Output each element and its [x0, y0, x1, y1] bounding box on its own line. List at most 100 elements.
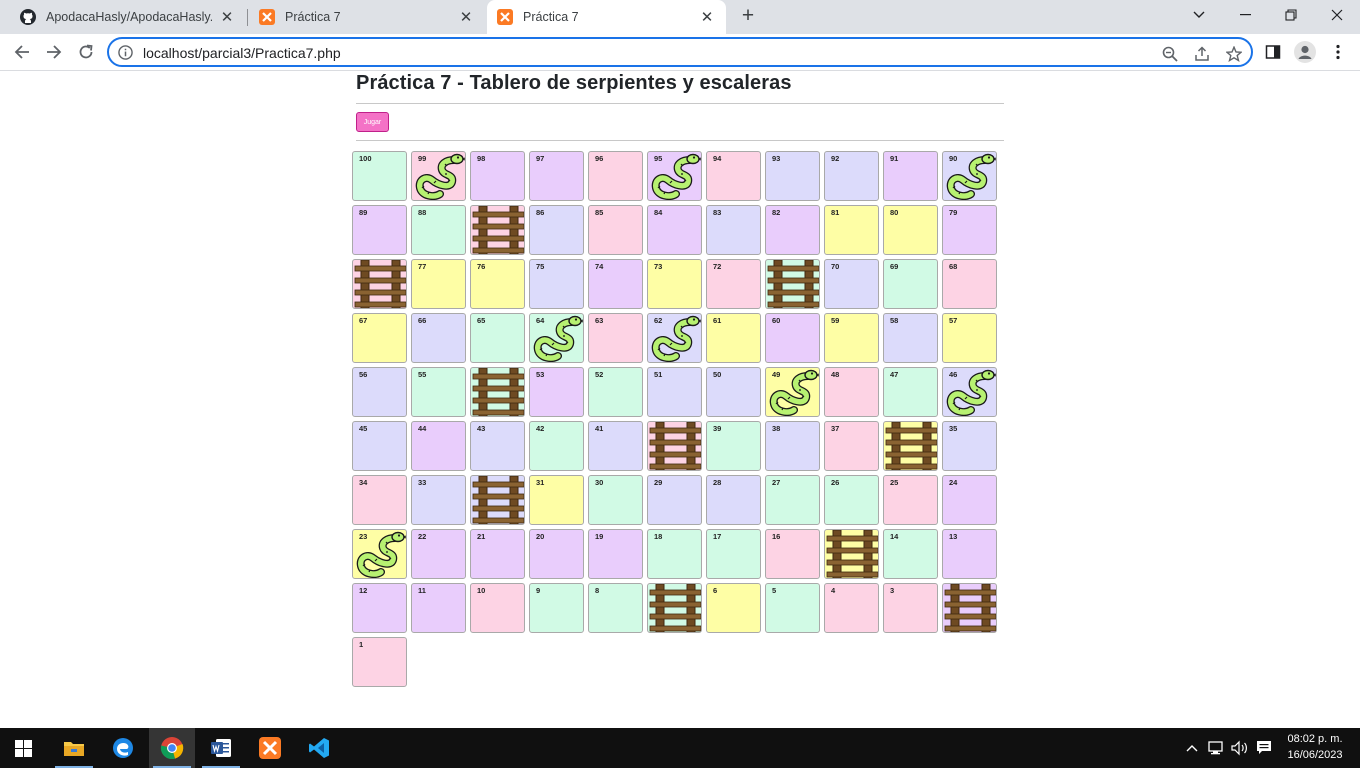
back-button[interactable]	[7, 37, 37, 67]
cell-number: 75	[536, 262, 545, 271]
taskbar-file-explorer[interactable]	[51, 728, 97, 768]
cell-number: 94	[713, 154, 722, 163]
tab-github[interactable]: ApodacaHasly/ApodacaHasly.gith ✕	[10, 0, 246, 34]
board-cell-9: 9	[529, 583, 584, 633]
cell-number: 33	[418, 478, 427, 487]
site-info-icon[interactable]	[118, 45, 133, 65]
cell-number: 26	[831, 478, 840, 487]
vscode-icon	[309, 738, 329, 758]
board-cell-45: 45	[352, 421, 407, 471]
board-cell-37: 37	[824, 421, 879, 471]
zoom-icon[interactable]	[1161, 45, 1179, 63]
start-button[interactable]	[0, 728, 46, 768]
board-cell-23: 23	[352, 529, 407, 579]
ladder-icon	[826, 530, 878, 578]
forward-button[interactable]	[39, 37, 69, 67]
ladder-icon	[885, 422, 937, 470]
board-cell-96: 96	[588, 151, 643, 201]
close-icon[interactable]: ✕	[698, 8, 716, 26]
board-cell-63: 63	[588, 313, 643, 363]
board-cell-74: 74	[588, 259, 643, 309]
board-cell-79: 79	[942, 205, 997, 255]
board-cell-68: 68	[942, 259, 997, 309]
cell-number: 65	[477, 316, 486, 325]
taskbar-edge[interactable]	[100, 728, 146, 768]
board-cell-35: 35	[942, 421, 997, 471]
cell-number: 37	[831, 424, 840, 433]
volume-icon[interactable]	[1230, 738, 1250, 758]
board-cell-89: 89	[352, 205, 407, 255]
url-text: localhost/parcial3/Practica7.php	[143, 45, 341, 61]
chevron-down-icon	[1193, 11, 1205, 18]
board-cell-34: 34	[352, 475, 407, 525]
cell-number: 85	[595, 208, 604, 217]
cell-number: 60	[772, 316, 781, 325]
cell-number: 79	[949, 208, 958, 217]
tab-practica-7-active[interactable]: Práctica 7 ✕	[487, 0, 726, 34]
notifications-icon[interactable]	[1254, 738, 1274, 758]
cell-number: 82	[772, 208, 781, 217]
cell-number: 93	[772, 154, 781, 163]
tab-practica-7[interactable]: Práctica 7 ✕	[249, 0, 485, 34]
board-cell-97: 97	[529, 151, 584, 201]
cell-number: 96	[595, 154, 604, 163]
system-clock[interactable]: 08:02 p. m. 16/06/2023	[1282, 731, 1348, 763]
cell-number: 59	[831, 316, 840, 325]
board-cell-71	[765, 259, 820, 309]
divider	[356, 103, 1004, 104]
menu-button[interactable]	[1324, 38, 1352, 66]
board-cell-25: 25	[883, 475, 938, 525]
cell-number: 16	[772, 532, 781, 541]
board-cell-57: 57	[942, 313, 997, 363]
reload-button[interactable]	[71, 37, 101, 67]
cell-number: 49	[772, 370, 781, 379]
chevron-up-icon[interactable]	[1182, 738, 1202, 758]
tab-search-button[interactable]	[1176, 0, 1222, 30]
board-cell-50: 50	[706, 367, 761, 417]
board-cell-75: 75	[529, 259, 584, 309]
restore-button[interactable]	[1268, 0, 1314, 30]
close-icon[interactable]: ✕	[218, 8, 236, 26]
taskbar-xampp[interactable]	[247, 728, 293, 768]
board-cell-38: 38	[765, 421, 820, 471]
cell-number: 83	[713, 208, 722, 217]
play-button[interactable]: Jugar	[356, 112, 389, 132]
board-cell-82: 82	[765, 205, 820, 255]
divider	[356, 140, 1004, 141]
taskbar-word[interactable]	[198, 728, 244, 768]
side-panel-button[interactable]	[1259, 38, 1287, 66]
ladder-icon	[944, 584, 996, 632]
bookmark-star-icon[interactable]	[1225, 45, 1243, 63]
cell-number: 21	[477, 532, 486, 541]
minimize-button[interactable]	[1222, 0, 1268, 30]
board-cell-33: 33	[411, 475, 466, 525]
windows-taskbar: 08:02 p. m. 16/06/2023	[0, 728, 1360, 768]
profile-button[interactable]	[1291, 38, 1319, 66]
board-cell-48: 48	[824, 367, 879, 417]
board-cell-19: 19	[588, 529, 643, 579]
board-cell-72: 72	[706, 259, 761, 309]
board-cell-99: 99	[411, 151, 466, 201]
clock-date: 16/06/2023	[1287, 749, 1343, 761]
cell-number: 12	[359, 586, 368, 595]
share-icon[interactable]	[1193, 45, 1211, 63]
word-icon	[211, 739, 231, 757]
taskbar-chrome[interactable]	[149, 728, 195, 768]
cell-number: 58	[890, 316, 899, 325]
cell-number: 10	[477, 586, 486, 595]
close-window-button[interactable]	[1314, 0, 1360, 30]
cell-number: 91	[890, 154, 899, 163]
cell-number: 46	[949, 370, 958, 379]
cell-number: 27	[772, 478, 781, 487]
board-cell-61: 61	[706, 313, 761, 363]
network-icon[interactable]	[1207, 738, 1227, 758]
board-cell-27: 27	[765, 475, 820, 525]
board-cell-90: 90	[942, 151, 997, 201]
cell-number: 64	[536, 316, 545, 325]
new-tab-button[interactable]: +	[737, 5, 759, 28]
cell-number: 8	[595, 586, 600, 595]
taskbar-vscode[interactable]	[296, 728, 342, 768]
ladder-icon	[767, 260, 819, 308]
close-icon[interactable]: ✕	[457, 8, 475, 26]
address-bar[interactable]: localhost/parcial3/Practica7.php	[107, 37, 1253, 67]
